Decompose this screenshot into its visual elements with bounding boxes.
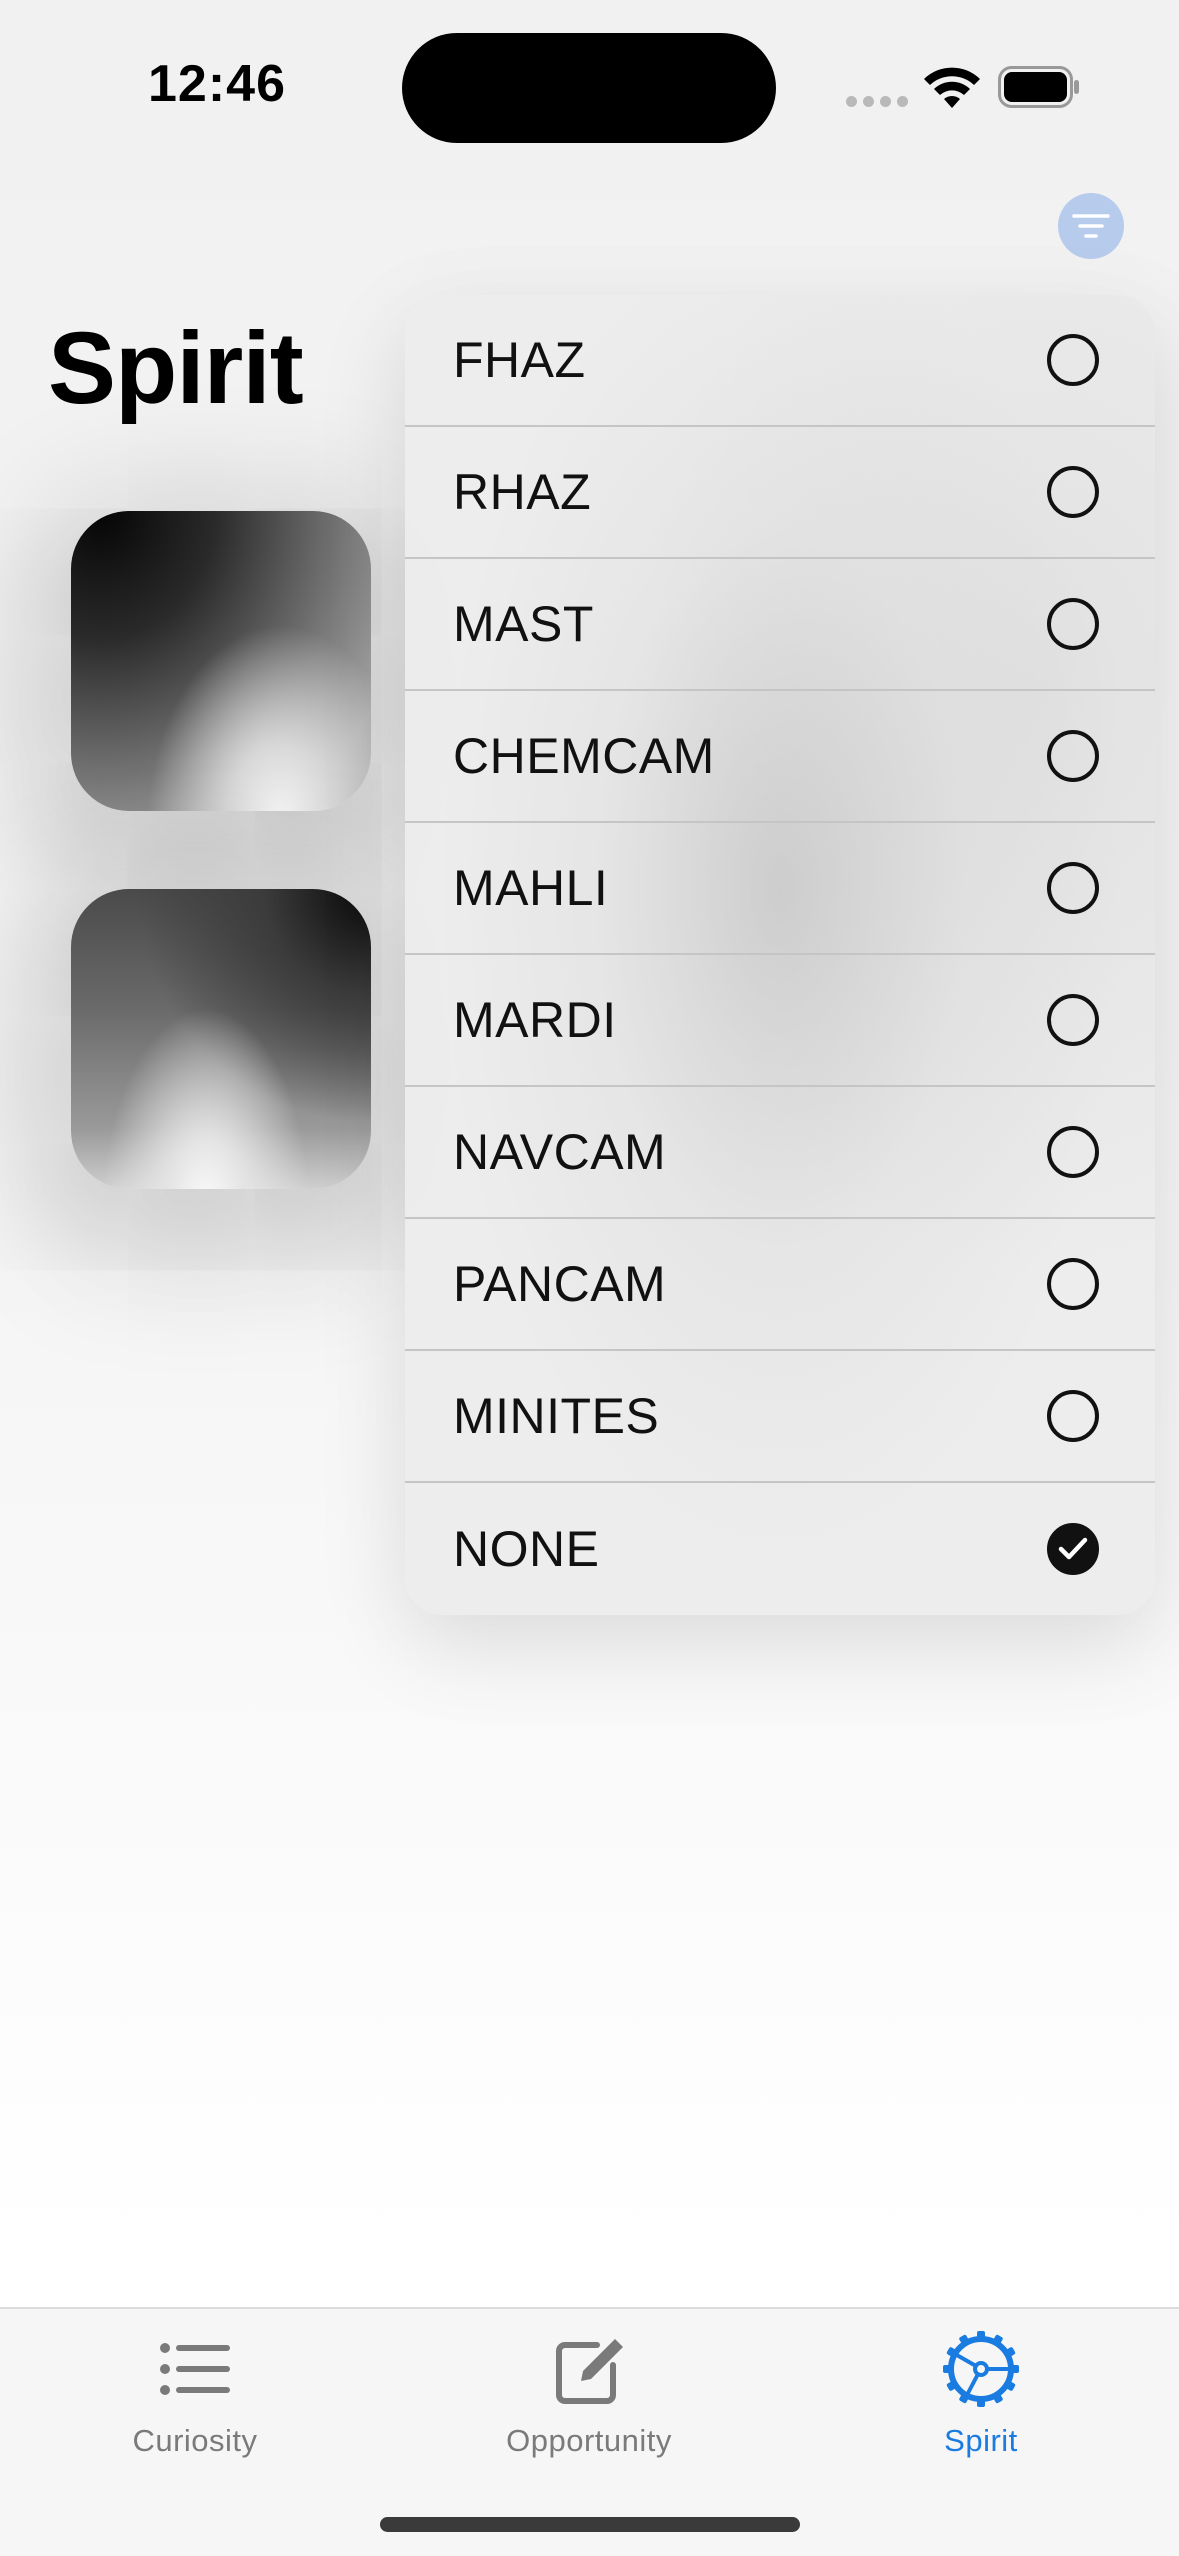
radio-unchecked-icon — [1047, 862, 1099, 914]
tab-curiosity[interactable]: Curiosity — [65, 2331, 325, 2471]
radio-unchecked-icon — [1047, 1390, 1099, 1442]
menu-item-chemcam[interactable]: CHEMCAM — [405, 691, 1155, 823]
radio-unchecked-icon — [1047, 994, 1099, 1046]
menu-item-pancam[interactable]: PANCAM — [405, 1219, 1155, 1351]
filter-button[interactable] — [1058, 193, 1124, 259]
radio-unchecked-icon — [1047, 598, 1099, 650]
menu-item-label: MINITES — [453, 1388, 660, 1444]
menu-item-minites[interactable]: MINITES — [405, 1351, 1155, 1483]
menu-item-navcam[interactable]: NAVCAM — [405, 1087, 1155, 1219]
radio-unchecked-icon — [1047, 730, 1099, 782]
menu-item-label: MAST — [453, 596, 594, 652]
tab-opportunity[interactable]: Opportunity — [459, 2331, 719, 2471]
menu-item-none[interactable]: NONE — [405, 1483, 1155, 1615]
radio-unchecked-icon — [1047, 1258, 1099, 1310]
menu-item-mardi[interactable]: MARDI — [405, 955, 1155, 1087]
cellular-signal-icon — [846, 96, 908, 107]
page-title: Spirit — [48, 311, 304, 425]
tab-label: Opportunity — [506, 2423, 672, 2458]
home-indicator[interactable] — [380, 2517, 800, 2532]
list-icon — [160, 2343, 230, 2395]
menu-item-label: RHAZ — [453, 464, 592, 520]
screen: 12:46 Spirit FHAZ RHAZ MAST CHEMCAM MAHL… — [0, 0, 1179, 2556]
tab-label: Curiosity — [132, 2423, 258, 2458]
radio-unchecked-icon — [1047, 334, 1099, 386]
rover-photo-thumbnail[interactable] — [71, 511, 371, 811]
menu-item-label: FHAZ — [453, 332, 586, 388]
menu-item-label: MAHLI — [453, 860, 609, 916]
checkmark-circle-icon — [1047, 1523, 1099, 1575]
menu-item-label: NAVCAM — [453, 1124, 667, 1180]
menu-item-fhaz[interactable]: FHAZ — [405, 295, 1155, 427]
menu-item-mahli[interactable]: MAHLI — [405, 823, 1155, 955]
status-time: 12:46 — [148, 55, 286, 113]
camera-filter-menu: FHAZ RHAZ MAST CHEMCAM MAHLI MARDI NAVCA… — [405, 295, 1155, 1615]
dynamic-island — [402, 33, 776, 143]
menu-item-label: CHEMCAM — [453, 728, 715, 784]
radio-unchecked-icon — [1047, 1126, 1099, 1178]
wifi-icon — [924, 67, 980, 108]
rover-photo-thumbnail[interactable] — [71, 889, 371, 1189]
compose-icon — [556, 2339, 623, 2404]
menu-item-mast[interactable]: MAST — [405, 559, 1155, 691]
radio-unchecked-icon — [1047, 466, 1099, 518]
menu-item-label: NONE — [453, 1521, 600, 1577]
menu-item-label: MARDI — [453, 992, 617, 1048]
battery-icon — [998, 66, 1079, 108]
tab-label: Spirit — [944, 2423, 1018, 2458]
menu-item-label: PANCAM — [453, 1256, 667, 1312]
menu-item-rhaz[interactable]: RHAZ — [405, 427, 1155, 559]
tab-spirit[interactable]: Spirit — [851, 2331, 1111, 2471]
filter-icon — [1072, 214, 1110, 238]
gear-icon — [943, 2331, 1019, 2407]
